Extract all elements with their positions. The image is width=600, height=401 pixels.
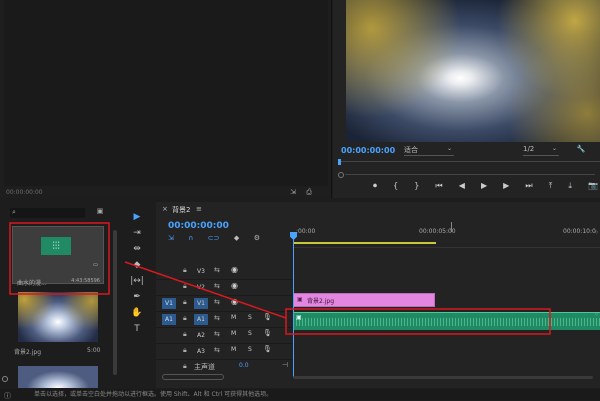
annotation-overlay xyxy=(9,222,551,335)
annotation-arrow-line xyxy=(124,261,287,319)
highlight-box-project xyxy=(9,222,110,295)
highlight-box-audio-track xyxy=(285,308,551,335)
status-bar: 单击以选择，或单击空白处并拖动以进行框选。使用 Shift、Alt 和 Ctrl… xyxy=(0,389,600,400)
